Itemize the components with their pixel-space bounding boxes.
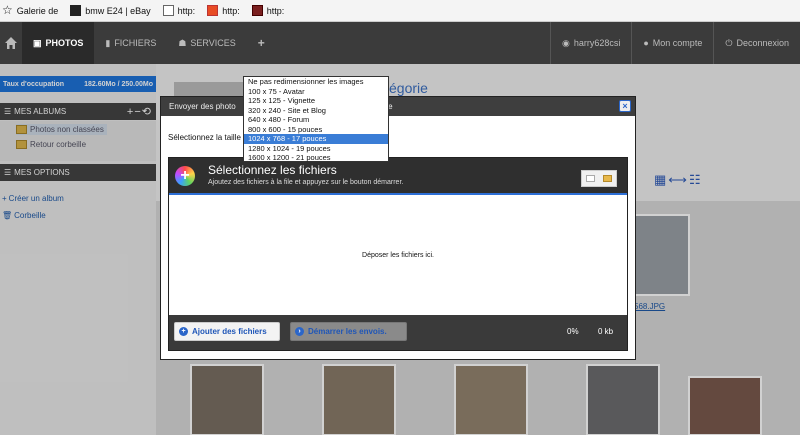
size-option[interactable]: 1024 x 768 - 17 pouces <box>244 134 388 144</box>
upload-size: 0 kb <box>598 327 614 336</box>
list-view-icon[interactable] <box>586 175 595 182</box>
nav-add[interactable]: + <box>247 22 276 64</box>
nav-right: ◉ harry628csi ● Mon compte ⏻ Deconnexion <box>549 22 800 64</box>
upload-modal: Envoyer des photo rie × Sélectionnez la … <box>160 96 636 360</box>
image-icon: ▣ <box>33 37 42 48</box>
top-nav: ▣ PHOTOS ▮ FICHIERS ☗ SERVICES + ◉ harry… <box>0 22 800 64</box>
size-select-label: Sélectionnez la taille <box>168 133 241 142</box>
nav-photos[interactable]: ▣ PHOTOS <box>22 22 95 64</box>
drop-zone-text: Déposer les fichiers ici. <box>362 252 434 259</box>
plus-circle-icon: + <box>179 327 188 336</box>
bookmark-label: http: <box>177 5 196 16</box>
bookmark-label: bmw E24 | eBay <box>85 5 151 16</box>
add-files-label: Ajouter des fichiers <box>192 327 267 336</box>
users-icon: ☗ <box>178 37 187 48</box>
arrow-circle-icon: › <box>295 327 304 336</box>
add-files-icon: + <box>175 166 195 186</box>
ebay-icon <box>70 5 82 16</box>
bookmark-http-3[interactable]: http: <box>251 5 291 16</box>
nav-logout-label: Deconnexion <box>736 38 789 48</box>
uploader-footer: + Ajouter des fichiers › Démarrer les en… <box>169 315 627 350</box>
close-button[interactable]: × <box>619 100 631 112</box>
home-button[interactable] <box>0 22 22 64</box>
nav-services[interactable]: ☗ SERVICES <box>167 22 246 64</box>
file-uploader: + Sélectionnez les fichiers Ajoutez des … <box>168 157 628 351</box>
star-icon: ☆ <box>2 3 13 17</box>
size-select-dropdown[interactable]: Ne pas redimensionner les images 100 x 7… <box>243 76 389 162</box>
nav-fichiers[interactable]: ▮ FICHIERS <box>94 22 167 64</box>
bookmark-http-2[interactable]: http: <box>207 5 246 16</box>
bookmark-http-1[interactable]: http: <box>162 5 202 16</box>
nav-fichiers-label: FICHIERS <box>114 38 157 48</box>
start-upload-label: Démarrer les envois. <box>308 327 387 336</box>
drop-zone[interactable]: Déposer les fichiers ici. <box>169 195 627 316</box>
uploader-header: + Sélectionnez les fichiers Ajoutez des … <box>169 158 627 195</box>
dark-site-icon <box>251 5 263 16</box>
size-option[interactable]: 100 x 75 - Avatar <box>244 87 388 97</box>
page-icon <box>162 5 174 16</box>
nav-services-label: SERVICES <box>190 38 236 48</box>
size-option[interactable]: 320 x 240 - Site et Blog <box>244 106 388 116</box>
nav-logout[interactable]: ⏻ Deconnexion <box>713 22 800 64</box>
modal-header: Envoyer des photo rie <box>161 97 635 116</box>
bookmark-ebay[interactable]: bmw E24 | eBay <box>70 5 156 16</box>
size-option[interactable]: 125 x 125 - Vignette <box>244 96 388 106</box>
user-icon: ● <box>643 38 649 48</box>
uploader-title: Sélectionnez les fichiers <box>208 163 337 177</box>
nav-user-label: harry628csi <box>573 38 621 48</box>
nav-user[interactable]: ◉ harry628csi <box>549 22 631 64</box>
red-site-icon <box>207 5 219 16</box>
nav-photos-label: PHOTOS <box>45 38 84 48</box>
uploader-subtitle: Ajoutez des fichiers à la file et appuye… <box>208 179 404 186</box>
camera-icon: ◉ <box>561 37 570 48</box>
size-option[interactable]: 1280 x 1024 - 19 pouces <box>244 144 388 154</box>
start-upload-button[interactable]: › Démarrer les envois. <box>290 322 407 341</box>
nav-account-label: Mon compte <box>652 38 703 48</box>
bookmarks-bar: ☆ Galerie de bmw E24 | eBay http: http: … <box>0 0 800 22</box>
home-icon <box>5 37 17 49</box>
nav-account[interactable]: ● Mon compte <box>631 22 713 64</box>
upload-percent: 0% <box>567 327 579 336</box>
file-icon: ▮ <box>105 37 111 48</box>
folder-icon[interactable] <box>603 175 612 182</box>
modal-title: Envoyer des photo <box>169 102 236 111</box>
bookmark-label: Galerie de <box>16 5 59 16</box>
size-option[interactable]: 800 x 600 - 15 pouces <box>244 125 388 135</box>
size-option[interactable]: 640 x 480 - Forum <box>244 115 388 125</box>
uploader-view-tools[interactable] <box>581 170 617 187</box>
size-option[interactable]: 1600 x 1200 - 21 pouces <box>244 153 388 163</box>
bookmark-galerie[interactable]: ☆ Galerie de <box>2 3 64 17</box>
size-option[interactable]: Ne pas redimensionner les images <box>244 77 388 87</box>
power-icon: ⏻ <box>725 37 733 48</box>
add-files-button[interactable]: + Ajouter des fichiers <box>174 322 280 341</box>
nav-add-label: + <box>257 36 265 50</box>
bookmark-label: http: <box>266 5 285 16</box>
bookmark-label: http: <box>222 5 240 16</box>
